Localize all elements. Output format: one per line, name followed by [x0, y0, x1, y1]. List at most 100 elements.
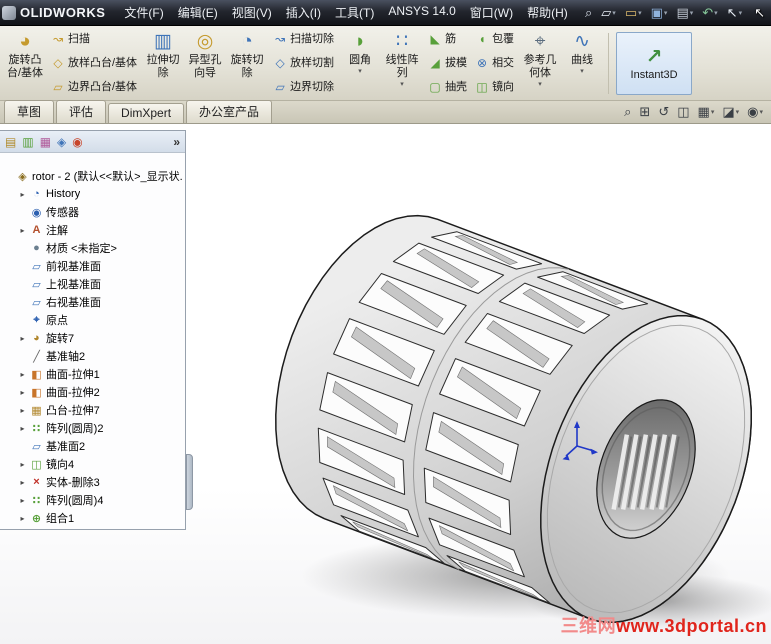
expand-arrow-icon[interactable]: ▸: [18, 478, 27, 487]
display-style-icon[interactable]: ◪ ▾: [722, 104, 739, 120]
propertymanager-tab-icon[interactable]: ▥: [22, 135, 33, 149]
boundary-boss-base-button[interactable]: ▱ 边界凸台/基体: [51, 81, 137, 94]
right-plane-icon: ▱: [32, 296, 41, 309]
mirror-button[interactable]: ◫ 镜向: [475, 81, 514, 94]
panel-overflow-icon[interactable]: »: [173, 135, 180, 149]
wrap-button[interactable]: ◖ 包覆: [475, 33, 514, 46]
swept-boss-base-button[interactable]: ↝ 扫描: [51, 33, 137, 46]
tab-sketch[interactable]: 草图: [4, 100, 55, 123]
tree-item[interactable]: ▱ 前视基准面: [2, 257, 183, 275]
tree-item[interactable]: ◉ 传感器: [2, 203, 183, 221]
material-icon: ●: [33, 242, 40, 254]
tree-item[interactable]: ▸ ◧ 曲面-拉伸2: [2, 383, 183, 401]
tab-dimxpert[interactable]: DimXpert: [108, 103, 185, 123]
menu-help[interactable]: 帮助(H): [520, 0, 575, 25]
expand-arrow-icon[interactable]: ▸: [18, 388, 27, 397]
tree-item[interactable]: ▸ ∷ 阵列(圆周)2: [2, 419, 183, 437]
save-icon[interactable]: ▣ ▾: [647, 4, 672, 22]
menu-window[interactable]: 窗口(W): [463, 0, 520, 25]
reference-geometry-button[interactable]: ⌖ 参考几 何体 ▾: [519, 28, 561, 99]
tree-item[interactable]: ▸ ◧ 曲面-拉伸1: [2, 365, 183, 383]
new-document-icon[interactable]: ▱ ▾: [597, 4, 620, 22]
panel-splitter[interactable]: [186, 454, 193, 510]
tree-item[interactable]: ⌖ 原点: [2, 311, 183, 329]
feature-manager-panel: ▤ ▥ ▦ ◈ ◉ » ◈ rotor - 2 (默认<<默认>_显示状... ▸ ◔ …: [0, 130, 186, 530]
hide-show-items-icon[interactable]: ◉ ▾: [747, 104, 763, 120]
view-orientation-icon[interactable]: ▦ ▾: [698, 104, 715, 120]
linear-pattern-button[interactable]: ∷ 线性阵 列 ▾: [381, 28, 423, 99]
undo-icon[interactable]: ↶ ▾: [698, 4, 721, 22]
fillet-button[interactable]: ◗ 圆角 ▾: [339, 28, 381, 99]
main-area: 三维网www.3dportal.cn ▤ ▥ ▦ ◈ ◉ » ◈ rotor - 2 (…: [0, 124, 771, 644]
menu-ansys[interactable]: ANSYS 14.0: [381, 0, 462, 25]
featuremanager-tab-icon[interactable]: ▤: [5, 135, 16, 149]
lofted-boss-base-button[interactable]: ◇ 放样凸台/基体: [51, 57, 137, 70]
tree-item[interactable]: ▸ ◕ 旋转7: [2, 329, 183, 347]
tree-item[interactable]: ▸ ◔ History: [2, 185, 183, 203]
hole-wizard-button[interactable]: ◎ 异型孔 向导: [184, 28, 226, 99]
tab-office-products[interactable]: 办公室产品: [186, 100, 273, 123]
rib-button[interactable]: ◣ 筋: [428, 33, 467, 46]
tree-item[interactable]: ▸ ◫ 镜向4: [2, 455, 183, 473]
displaymanager-tab-icon[interactable]: ◉: [72, 135, 82, 149]
draft-button[interactable]: ◢ 拔模: [428, 57, 467, 70]
expand-arrow-icon[interactable]: ▸: [18, 226, 27, 235]
tree-item[interactable]: ● 材质 <未指定>: [2, 239, 183, 257]
mouse-cursor-icon: ↖: [754, 4, 765, 20]
instant3d-button[interactable]: ↗ Instant3D: [616, 32, 693, 95]
dimxpertmanager-tab-icon[interactable]: ◈: [57, 135, 66, 149]
expand-arrow-icon[interactable]: ▸: [18, 370, 27, 379]
extruded-cut-icon: ▥: [154, 31, 173, 52]
curves-button[interactable]: ∿ 曲线 ▾: [561, 28, 603, 99]
previous-view-icon[interactable]: ↺: [658, 104, 669, 120]
tree-item[interactable]: ▸ ▦ 凸台-拉伸7: [2, 401, 183, 419]
features-group-2: ▥ 拉伸切 除 ◎ 异型孔 向导 ◔ 旋转切 除: [142, 28, 268, 99]
menu-tools[interactable]: 工具(T): [328, 0, 381, 25]
revolve-feature-icon: ◕: [33, 332, 40, 344]
tree-item[interactable]: ▱ 右视基准面: [2, 293, 183, 311]
menu-insert[interactable]: 插入(I): [279, 0, 328, 25]
search-icon[interactable]: ⌕: [581, 4, 596, 22]
revolved-cut-button[interactable]: ◔ 旋转切 除: [226, 28, 268, 99]
menu-edit[interactable]: 编辑(E): [171, 0, 225, 25]
shell-button[interactable]: ▢ 抽壳: [428, 81, 467, 94]
intersect-button[interactable]: ⊗ 相交: [475, 57, 514, 70]
revolved-boss-base-button[interactable]: ◕ 旋转凸 台/基体: [4, 28, 46, 99]
expand-arrow-icon[interactable]: ▸: [18, 514, 27, 523]
boundary-cut-button[interactable]: ▱ 边界切除: [273, 81, 334, 94]
menu-file[interactable]: 文件(F): [117, 0, 170, 25]
tree-item[interactable]: ▸ ∷ 阵列(圆周)4: [2, 491, 183, 509]
configurationmanager-tab-icon[interactable]: ▦: [40, 135, 51, 149]
tree-item[interactable]: ╱ 基准轴2: [2, 347, 183, 365]
fillet-icon: ◗: [354, 31, 366, 52]
zoom-fit-icon[interactable]: ⌕: [624, 104, 631, 120]
ribbon-separator: [608, 33, 610, 94]
expand-arrow-icon[interactable]: ▸: [18, 406, 27, 415]
expand-arrow-icon[interactable]: ▸: [18, 496, 27, 505]
instant3d-label: Instant3D: [630, 68, 678, 81]
expand-arrow-icon[interactable]: ▸: [18, 460, 27, 469]
tree-item[interactable]: ▸ ⊕ 组合1: [2, 509, 183, 527]
lofted-cut-button[interactable]: ◇ 放样切割: [273, 57, 334, 70]
tree-item-label: 实体-删除3: [46, 477, 100, 489]
tree-item[interactable]: ▱ 上视基准面: [2, 275, 183, 293]
expand-arrow-icon[interactable]: ▸: [18, 334, 27, 343]
section-view-icon[interactable]: ◫: [677, 104, 689, 120]
command-tabs: 草图 评估 DimXpert 办公室产品: [4, 100, 273, 123]
menu-view[interactable]: 视图(V): [225, 0, 279, 25]
print-icon[interactable]: ▤ ▾: [672, 4, 697, 22]
rotor-model-canvas[interactable]: [186, 124, 771, 644]
panel-manager-tabs: ▤ ▥ ▦ ◈ ◉: [5, 135, 83, 149]
expand-arrow-icon[interactable]: ▸: [18, 190, 27, 199]
tab-evaluate[interactable]: 评估: [56, 100, 107, 123]
tree-item[interactable]: ▸ A 注解: [2, 221, 183, 239]
tree-item[interactable]: ◈ rotor - 2 (默认<<默认>_显示状...: [2, 167, 183, 185]
tree-item[interactable]: ▱ 基准面2: [2, 437, 183, 455]
open-icon[interactable]: ▭ ▾: [621, 4, 646, 22]
expand-arrow-icon[interactable]: ▸: [18, 424, 27, 433]
select-icon[interactable]: ↖ ▾: [723, 4, 746, 22]
extruded-cut-button[interactable]: ▥ 拉伸切 除: [142, 28, 184, 99]
swept-cut-button[interactable]: ↝ 扫描切除: [273, 33, 334, 46]
zoom-area-icon[interactable]: ⊞: [639, 104, 650, 120]
tree-item[interactable]: ▸ × 实体-删除3: [2, 473, 183, 491]
